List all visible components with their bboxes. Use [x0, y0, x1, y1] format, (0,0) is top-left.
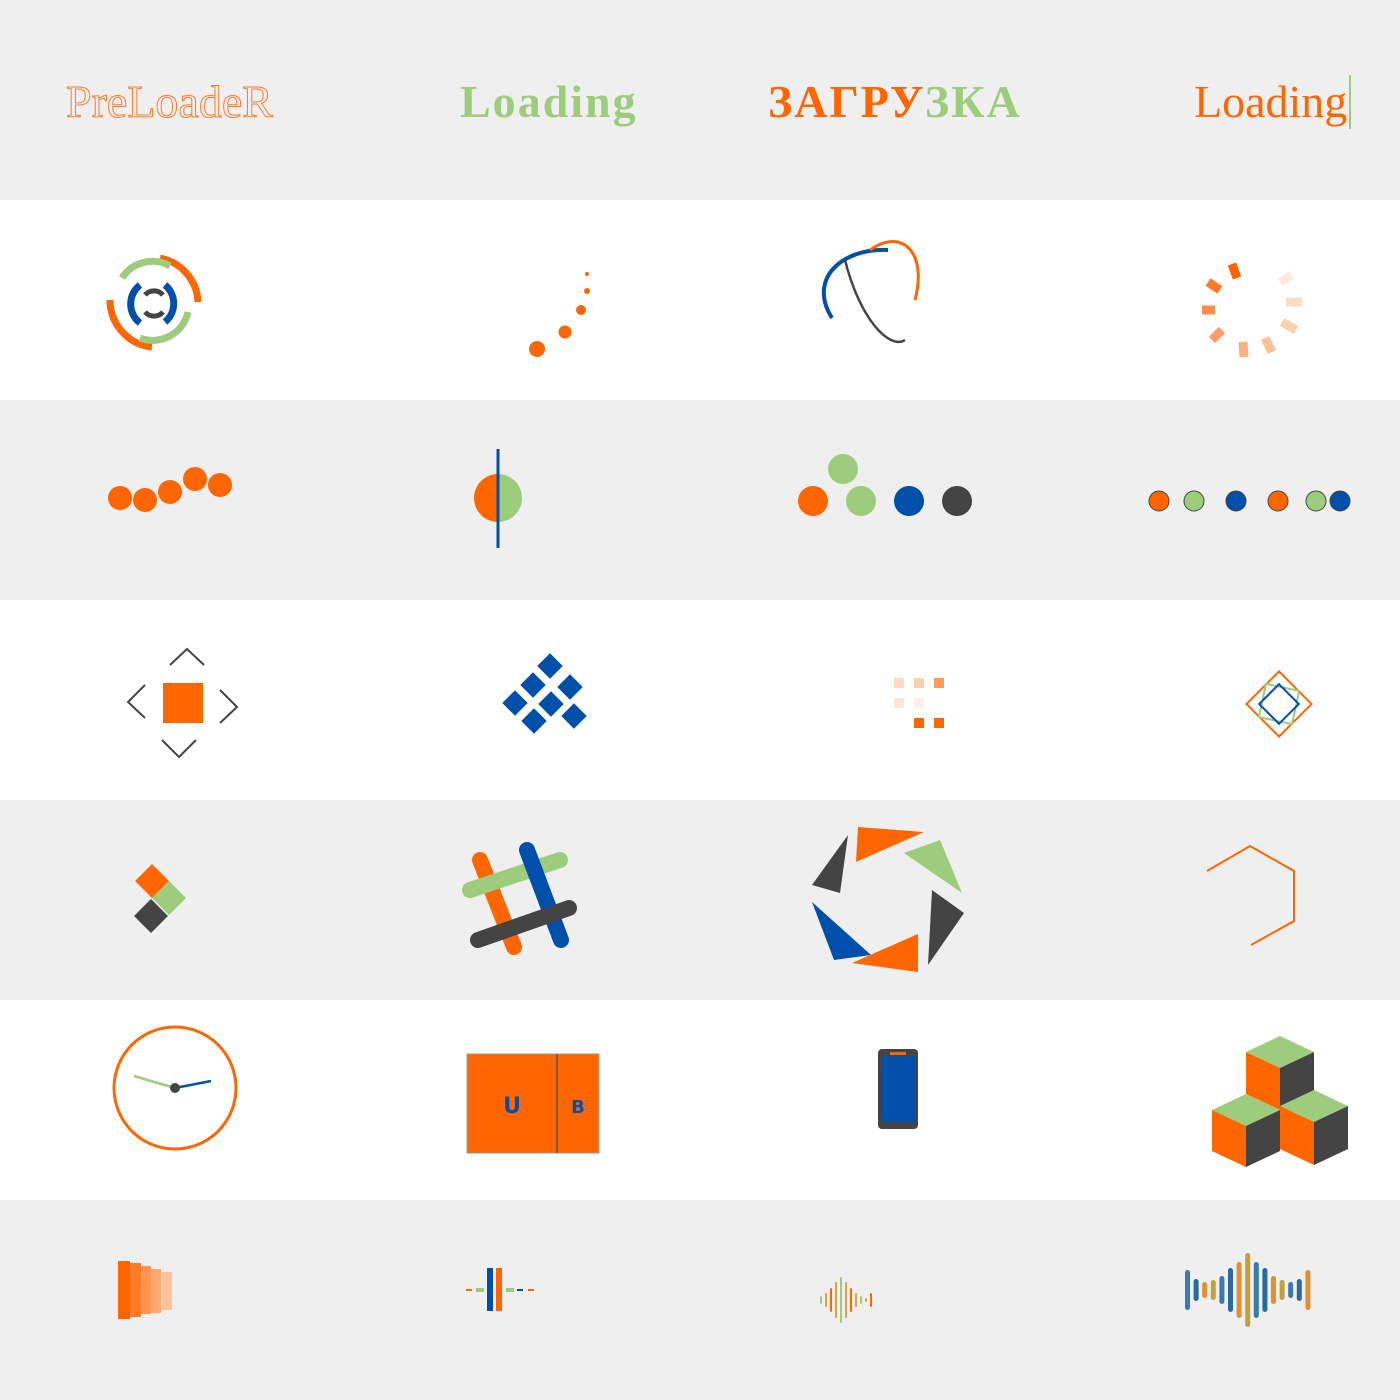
fading-bars-icon [118, 1261, 172, 1319]
wave-bar [855, 1293, 857, 1307]
smartphone-icon [878, 1049, 918, 1129]
wave-bar [1228, 1268, 1233, 1312]
ub-letter-u: U [503, 1094, 521, 1119]
wave-bar [865, 1298, 867, 1302]
wave-bar [840, 1277, 842, 1323]
outlined-dots-icon [1148, 490, 1351, 512]
hexagon-outline-icon [1206, 844, 1295, 946]
wave-bar [1210, 1280, 1216, 1300]
equalizer-dashes-icon [466, 1268, 534, 1311]
clock-icon [112, 1025, 238, 1151]
wave-bar [1245, 1253, 1251, 1327]
ub-letter-b: B [571, 1097, 585, 1118]
preloader-grid: U B [106, 240, 1351, 1327]
four-squares-diamond-icon [134, 864, 186, 933]
dots-arc-icon [529, 272, 590, 357]
sound-wave-small-icon [820, 1277, 872, 1323]
hashtag-bars-icon [462, 842, 577, 955]
wave-bar [1262, 1268, 1268, 1312]
wave-bar [1236, 1262, 1242, 1318]
square-arrows-icon [126, 647, 239, 759]
split-circle-icon [474, 449, 522, 548]
wave-bar [825, 1293, 827, 1307]
wave-bar [835, 1282, 837, 1318]
wave-bar [1185, 1270, 1190, 1310]
wave-bar [1253, 1262, 1259, 1318]
colored-dots-icon [798, 454, 972, 516]
wave-bar [1271, 1276, 1276, 1304]
fading-segments-spinner-icon [1202, 262, 1302, 358]
wave-bar [1288, 1282, 1294, 1298]
wave-bar [870, 1293, 872, 1307]
rotating-diamonds-icon [1245, 670, 1313, 738]
bouncing-dots-icon [108, 467, 232, 512]
wave-bar [860, 1296, 862, 1304]
ub-flip-box-icon: U B [466, 1053, 600, 1154]
wave-bar [830, 1288, 832, 1312]
sound-wave-large-icon [1185, 1253, 1311, 1327]
ring-spinner-icon [106, 254, 202, 351]
wave-bar [820, 1296, 822, 1304]
orbit-arcs-icon [821, 240, 920, 343]
wave-bar [1296, 1279, 1302, 1301]
wave-bar [850, 1288, 852, 1312]
wave-bar [1279, 1280, 1285, 1300]
fading-squares-icon [894, 678, 944, 728]
wave-bar [1219, 1276, 1225, 1304]
isometric-cubes-icon [1212, 1036, 1348, 1167]
wave-bar [845, 1282, 847, 1318]
triangle-shutter-icon [812, 827, 964, 972]
wave-bar [1305, 1270, 1311, 1310]
diamond-grid-icon [502, 653, 587, 734]
wave-bar [1202, 1282, 1208, 1298]
wave-bar [1193, 1279, 1199, 1301]
